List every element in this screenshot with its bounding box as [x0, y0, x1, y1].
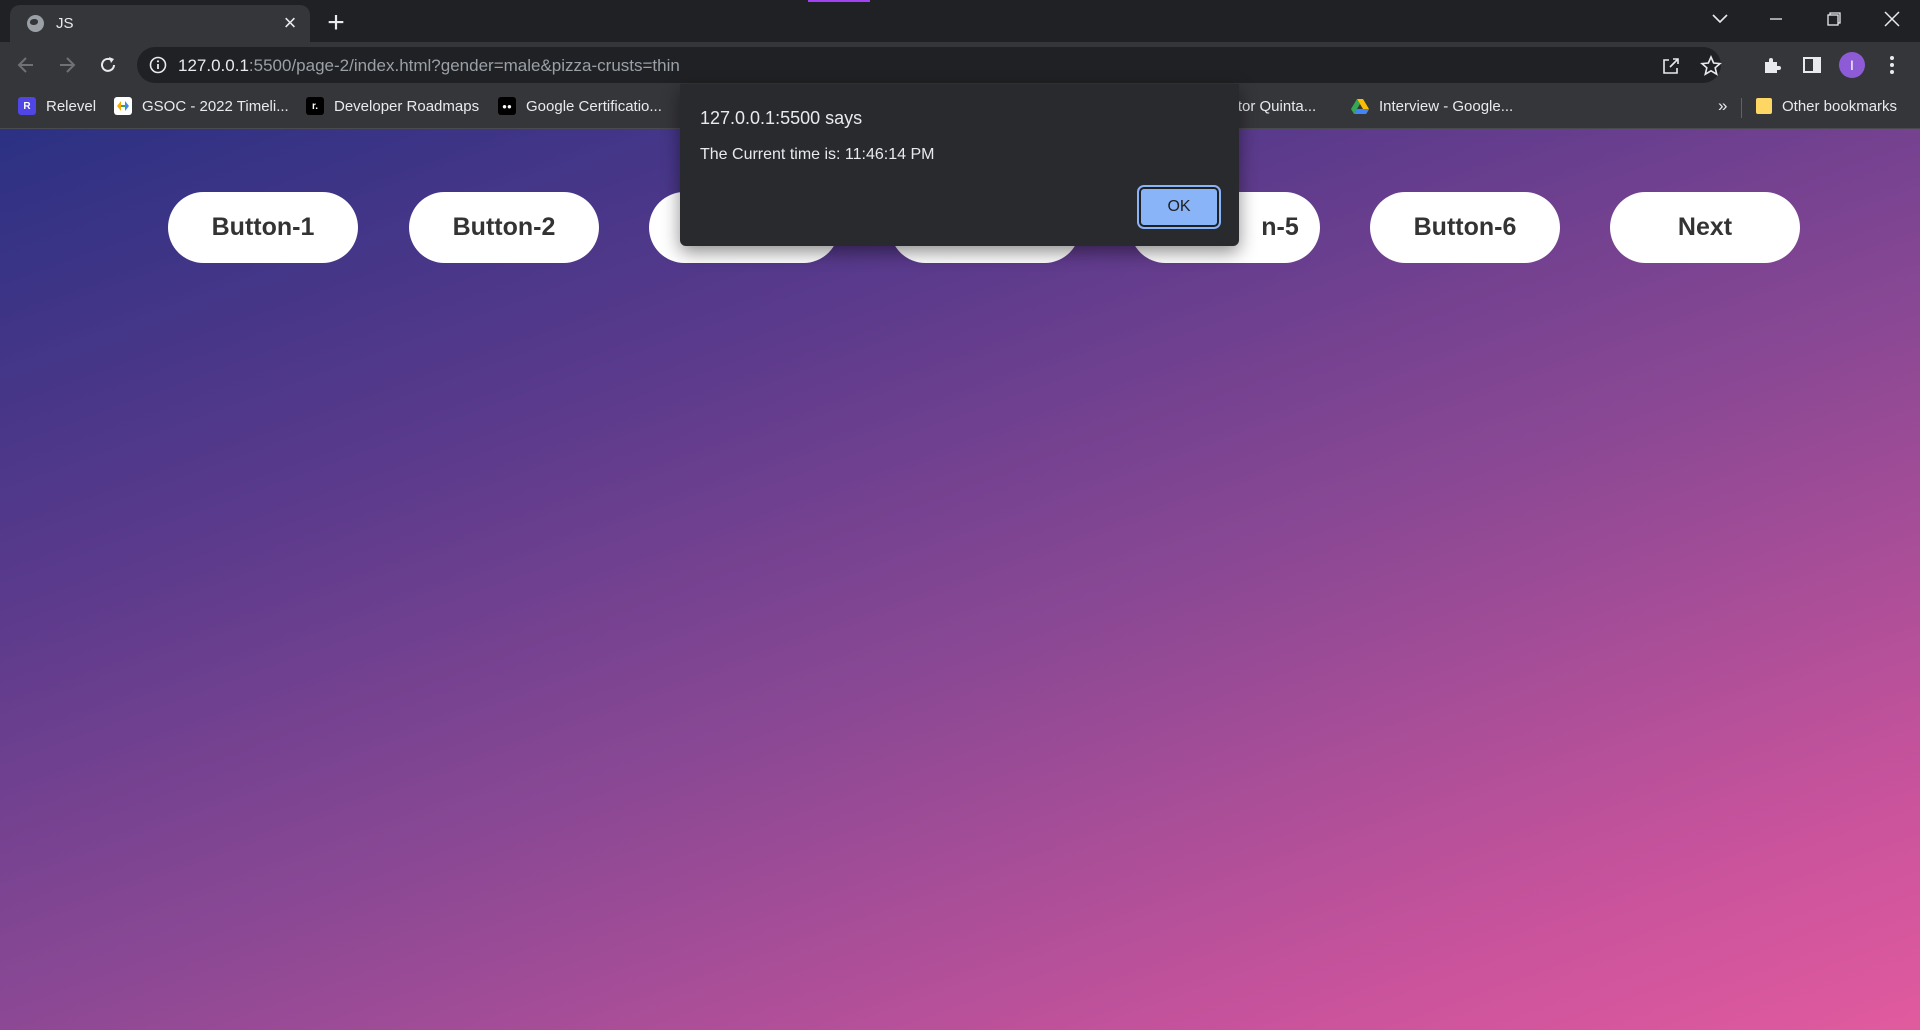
- bookmark-developer-roadmaps[interactable]: r. Developer Roadmaps: [306, 88, 479, 124]
- ok-button[interactable]: OK: [1137, 185, 1221, 229]
- address-bar[interactable]: 127.0.0.1:5500/page-2/index.html?gender=…: [137, 47, 1722, 83]
- tab-close-icon[interactable]: ×: [278, 11, 302, 36]
- bookmark-interview-google[interactable]: Interview - Google...: [1351, 88, 1513, 124]
- dialog-message: The Current time is: 11:46:14 PM: [700, 146, 935, 163]
- bookmark-label: Developer Roadmaps: [334, 97, 480, 115]
- button-1[interactable]: Button-1: [168, 192, 358, 263]
- url-path: :5500/page-2/index.html?gender=male&pizz…: [248, 56, 680, 75]
- bookmarks-separator: [1741, 98, 1742, 118]
- url-host: 127.0.0.1: [178, 56, 249, 75]
- alert-dialog: 127.0.0.1:5500 says The Current time is:…: [680, 84, 1239, 246]
- menu-kebab-icon[interactable]: [1876, 49, 1908, 81]
- side-panel-icon[interactable]: [1796, 49, 1828, 81]
- button-2[interactable]: Button-2: [409, 192, 599, 263]
- active-indicator: [808, 0, 870, 2]
- site-info-icon[interactable]: [149, 56, 167, 79]
- back-icon[interactable]: [10, 49, 42, 81]
- bookmark-label: Relevel: [46, 97, 97, 115]
- tab-search-icon[interactable]: [1692, 0, 1748, 38]
- reload-icon[interactable]: [92, 49, 124, 81]
- tab-title: JS: [56, 15, 74, 32]
- button-6[interactable]: Button-6: [1370, 192, 1560, 263]
- minimize-icon[interactable]: [1748, 0, 1804, 38]
- gsoc-icon: [114, 97, 132, 115]
- close-window-icon[interactable]: [1864, 0, 1920, 38]
- bookmark-label: Interview - Google...: [1379, 97, 1514, 115]
- next-button[interactable]: Next: [1610, 192, 1800, 263]
- globe-icon: [27, 15, 44, 32]
- url-text[interactable]: 127.0.0.1:5500/page-2/index.html?gender=…: [178, 56, 680, 76]
- bookmark-label: GSOC - 2022 Timeli...: [142, 97, 289, 115]
- forward-icon[interactable]: [51, 49, 83, 81]
- profile-avatar[interactable]: I: [1836, 49, 1868, 81]
- bookmark-google-certification[interactable]: ●● Google Certificatio...: [498, 88, 662, 124]
- bookmark-gsoc[interactable]: GSOC - 2022 Timeli...: [114, 88, 289, 124]
- avatar-initial: I: [1839, 52, 1865, 78]
- other-bookmarks-label: Other bookmarks: [1782, 97, 1898, 115]
- medium-icon: ●●: [498, 97, 516, 115]
- browser-tab[interactable]: JS ×: [10, 5, 310, 42]
- star-icon[interactable]: [1700, 54, 1722, 77]
- other-bookmarks[interactable]: Other bookmarks: [1756, 88, 1897, 124]
- bookmark-relevel[interactable]: R Relevel: [18, 88, 96, 124]
- bookmark-label: Google Certificatio...: [526, 97, 662, 115]
- new-tab-button[interactable]: +: [320, 8, 352, 40]
- dialog-title: 127.0.0.1:5500 says: [700, 108, 863, 128]
- page-content: Button-1 Button-2 n-5 Button-6 Next: [0, 129, 1920, 1030]
- bookmarks-overflow-button[interactable]: »: [1718, 88, 1727, 124]
- restore-icon[interactable]: [1806, 0, 1862, 38]
- relevel-icon: R: [18, 97, 36, 115]
- share-icon[interactable]: [1660, 55, 1682, 77]
- extensions-icon[interactable]: [1756, 49, 1788, 81]
- folder-icon: [1756, 98, 1772, 114]
- google-drive-icon: [1351, 97, 1369, 115]
- browser-toolbar: 127.0.0.1:5500/page-2/index.html?gender=…: [0, 42, 1920, 88]
- roadmap-icon: r.: [306, 97, 324, 115]
- title-bar: JS × +: [0, 0, 1920, 42]
